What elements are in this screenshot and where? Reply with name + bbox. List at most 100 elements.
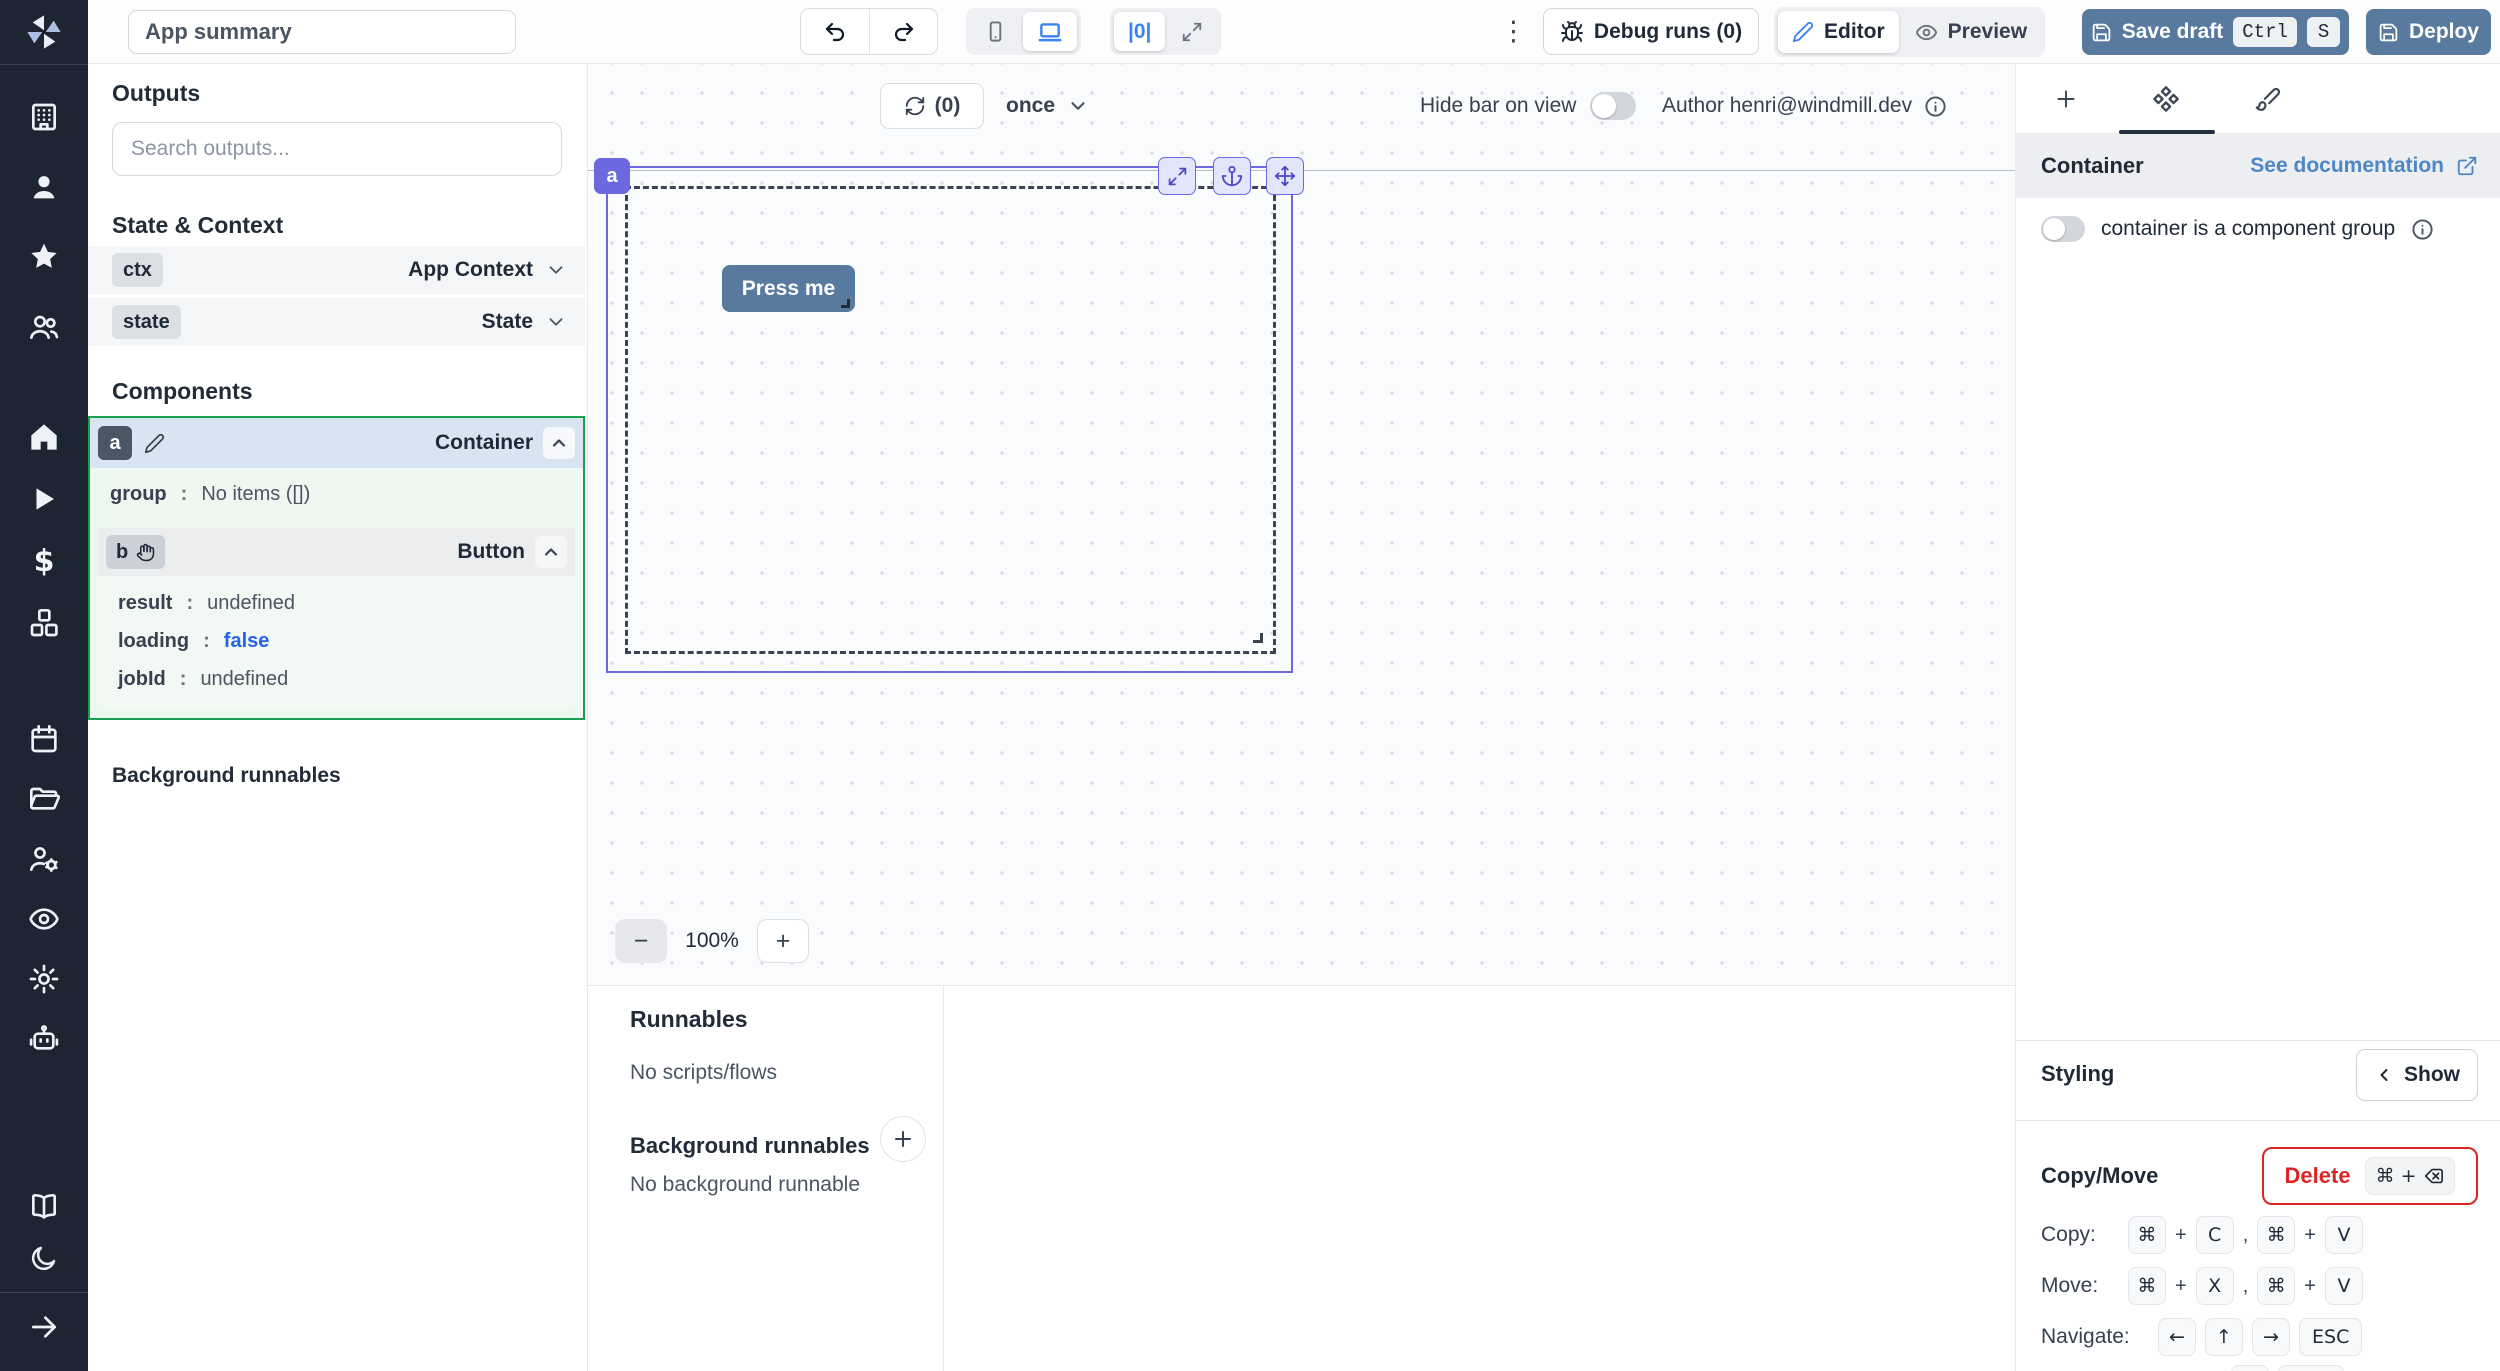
redo-button[interactable] xyxy=(869,9,937,54)
component-settings-panel: Container See documentation container is… xyxy=(2015,64,2500,1371)
bug-icon xyxy=(1560,20,1584,44)
component-group-setting: container is a component group xyxy=(2041,216,2434,242)
show-styling-button[interactable]: Show xyxy=(2356,1049,2478,1101)
anchor-component-button[interactable] xyxy=(1213,157,1251,195)
zoom-in-button[interactable]: + xyxy=(757,919,809,963)
state-output-row[interactable]: state State xyxy=(88,298,585,346)
hand-pointer-icon xyxy=(136,543,155,562)
save-draft-button[interactable]: Save draft Ctrl S xyxy=(2082,9,2349,55)
center-layout-button[interactable]: |0| xyxy=(1114,12,1165,51)
mobile-view-button[interactable] xyxy=(970,12,1021,51)
component-type-title: Container xyxy=(2041,153,2144,179)
top-toolbar: |0| ⋮ Debug runs (0) Editor Preview Save… xyxy=(88,0,2500,64)
edit-pencil-icon[interactable] xyxy=(144,433,165,454)
delete-component-button[interactable]: Delete ⌘ + xyxy=(2262,1147,2478,1205)
undo-button[interactable] xyxy=(801,9,869,54)
container-drop-zone[interactable] xyxy=(625,186,1276,654)
more-options-menu[interactable]: ⋮ xyxy=(1500,14,1527,50)
button-resize-handle[interactable] xyxy=(841,299,850,308)
workspace-icon[interactable] xyxy=(0,91,88,143)
tab-styling-brush[interactable] xyxy=(2218,64,2318,134)
expand-sidebar-arrow-icon[interactable] xyxy=(0,1301,88,1353)
chevron-down-icon[interactable] xyxy=(545,259,567,281)
prop-jobid-row: jobId:undefined xyxy=(98,660,575,698)
users-group-icon[interactable] xyxy=(0,301,88,353)
search-outputs-input[interactable] xyxy=(112,122,562,176)
author-label: Author henri@windmill.dev xyxy=(1662,83,1947,129)
schedules-calendar-icon[interactable] xyxy=(0,713,88,765)
collapse-button[interactable] xyxy=(543,427,575,459)
move-component-button[interactable] xyxy=(1266,157,1304,195)
ctx-badge: ctx xyxy=(112,253,163,287)
refresh-button[interactable]: (0) xyxy=(880,83,984,129)
user-icon[interactable] xyxy=(0,161,88,213)
settings-gear-icon[interactable] xyxy=(0,953,88,1005)
canvas-zoom-controls: − 100% + xyxy=(615,919,809,963)
prop-loading-row: loading:false xyxy=(98,622,575,660)
eye-icon xyxy=(1915,21,1938,44)
delete-shortcut-kbd: ⌘ + xyxy=(2365,1157,2456,1195)
component-group-toggle[interactable] xyxy=(2041,216,2085,242)
favorites-star-icon[interactable] xyxy=(0,231,88,283)
windmill-logo[interactable] xyxy=(0,0,88,64)
layout-toggle: |0| xyxy=(1110,8,1221,55)
deploy-button[interactable]: Deploy xyxy=(2366,9,2491,55)
runs-play-icon[interactable] xyxy=(0,473,88,525)
editor-tab[interactable]: Editor xyxy=(1778,11,1899,53)
audit-eye-icon[interactable] xyxy=(0,893,88,945)
press-me-button-component[interactable]: Press me xyxy=(722,265,855,312)
container-group-row: group:No items ([]) xyxy=(90,468,583,520)
container-resize-handle[interactable] xyxy=(1253,633,1263,643)
groups-settings-icon[interactable] xyxy=(0,833,88,885)
zoom-out-button[interactable]: − xyxy=(615,919,667,963)
refresh-icon xyxy=(904,95,926,117)
expand-component-button[interactable] xyxy=(1158,157,1196,195)
device-toggle xyxy=(966,8,1081,55)
copy-move-section: Copy/Move Delete ⌘ + xyxy=(2016,1120,2500,1121)
folders-icon[interactable] xyxy=(0,773,88,825)
undo-redo-group xyxy=(800,8,938,55)
docs-book-icon[interactable] xyxy=(0,1180,88,1232)
collapse-button[interactable] xyxy=(535,536,567,568)
save-icon xyxy=(2378,22,2399,43)
resources-boxes-icon[interactable] xyxy=(0,597,88,649)
right-panel-tabs xyxy=(2016,64,2500,134)
info-icon[interactable] xyxy=(1924,95,1947,118)
tab-component-settings[interactable] xyxy=(2116,64,2216,134)
left-rail: $ xyxy=(0,0,88,1371)
see-documentation-link[interactable]: See documentation xyxy=(2250,154,2478,178)
tab-insert-component[interactable] xyxy=(2016,64,2116,134)
external-link-icon xyxy=(2456,155,2478,177)
variables-dollar-icon[interactable]: $ xyxy=(0,535,88,587)
info-icon[interactable] xyxy=(2411,218,2434,241)
chevron-left-icon xyxy=(2374,1065,2394,1085)
runnables-section: Runnables No scripts/flows Background ru… xyxy=(588,986,944,1371)
container-a-header[interactable]: a Container xyxy=(90,418,583,468)
dark-mode-moon-icon[interactable] xyxy=(0,1232,88,1284)
ai-bot-icon[interactable] xyxy=(0,1013,88,1065)
ctx-output-row[interactable]: ctx App Context xyxy=(88,246,585,294)
selected-component-badge: a xyxy=(594,158,630,194)
hide-bar-control: Hide bar on view xyxy=(1420,83,1636,129)
chevron-down-icon[interactable] xyxy=(545,311,567,333)
component-id-badge: a xyxy=(98,426,132,460)
pencil-icon xyxy=(1792,21,1814,43)
home-icon[interactable] xyxy=(0,411,88,463)
button-b-header[interactable]: b Button xyxy=(98,528,575,576)
move-shortcut-row: Move: ⌘ + X , ⌘ + V xyxy=(2041,1267,2363,1305)
desktop-view-button[interactable] xyxy=(1023,12,1077,51)
editor-preview-toggle: Editor Preview xyxy=(1774,7,2045,57)
full-width-layout-button[interactable] xyxy=(1167,12,1217,51)
outputs-panel: Outputs State & Context ctx App Context … xyxy=(88,64,588,1371)
state-badge: state xyxy=(112,305,181,339)
app-summary-input[interactable] xyxy=(128,10,516,54)
copy-shortcut-row: Copy: ⌘ + C , ⌘ + V xyxy=(2041,1216,2363,1254)
hide-bar-toggle[interactable] xyxy=(1590,92,1636,120)
add-background-runnable-button[interactable] xyxy=(880,1116,926,1162)
refresh-mode-dropdown[interactable]: once xyxy=(1006,83,1089,129)
navigate-shortcut-row: Navigate: ← ↑ → ESC xyxy=(2041,1318,2362,1356)
debug-runs-button[interactable]: Debug runs (0) xyxy=(1543,8,1759,55)
app-canvas[interactable]: (0) once Hide bar on view Author henri@w… xyxy=(588,64,2015,985)
preview-tab[interactable]: Preview xyxy=(1901,11,2041,53)
state-type-label: State xyxy=(482,310,533,334)
